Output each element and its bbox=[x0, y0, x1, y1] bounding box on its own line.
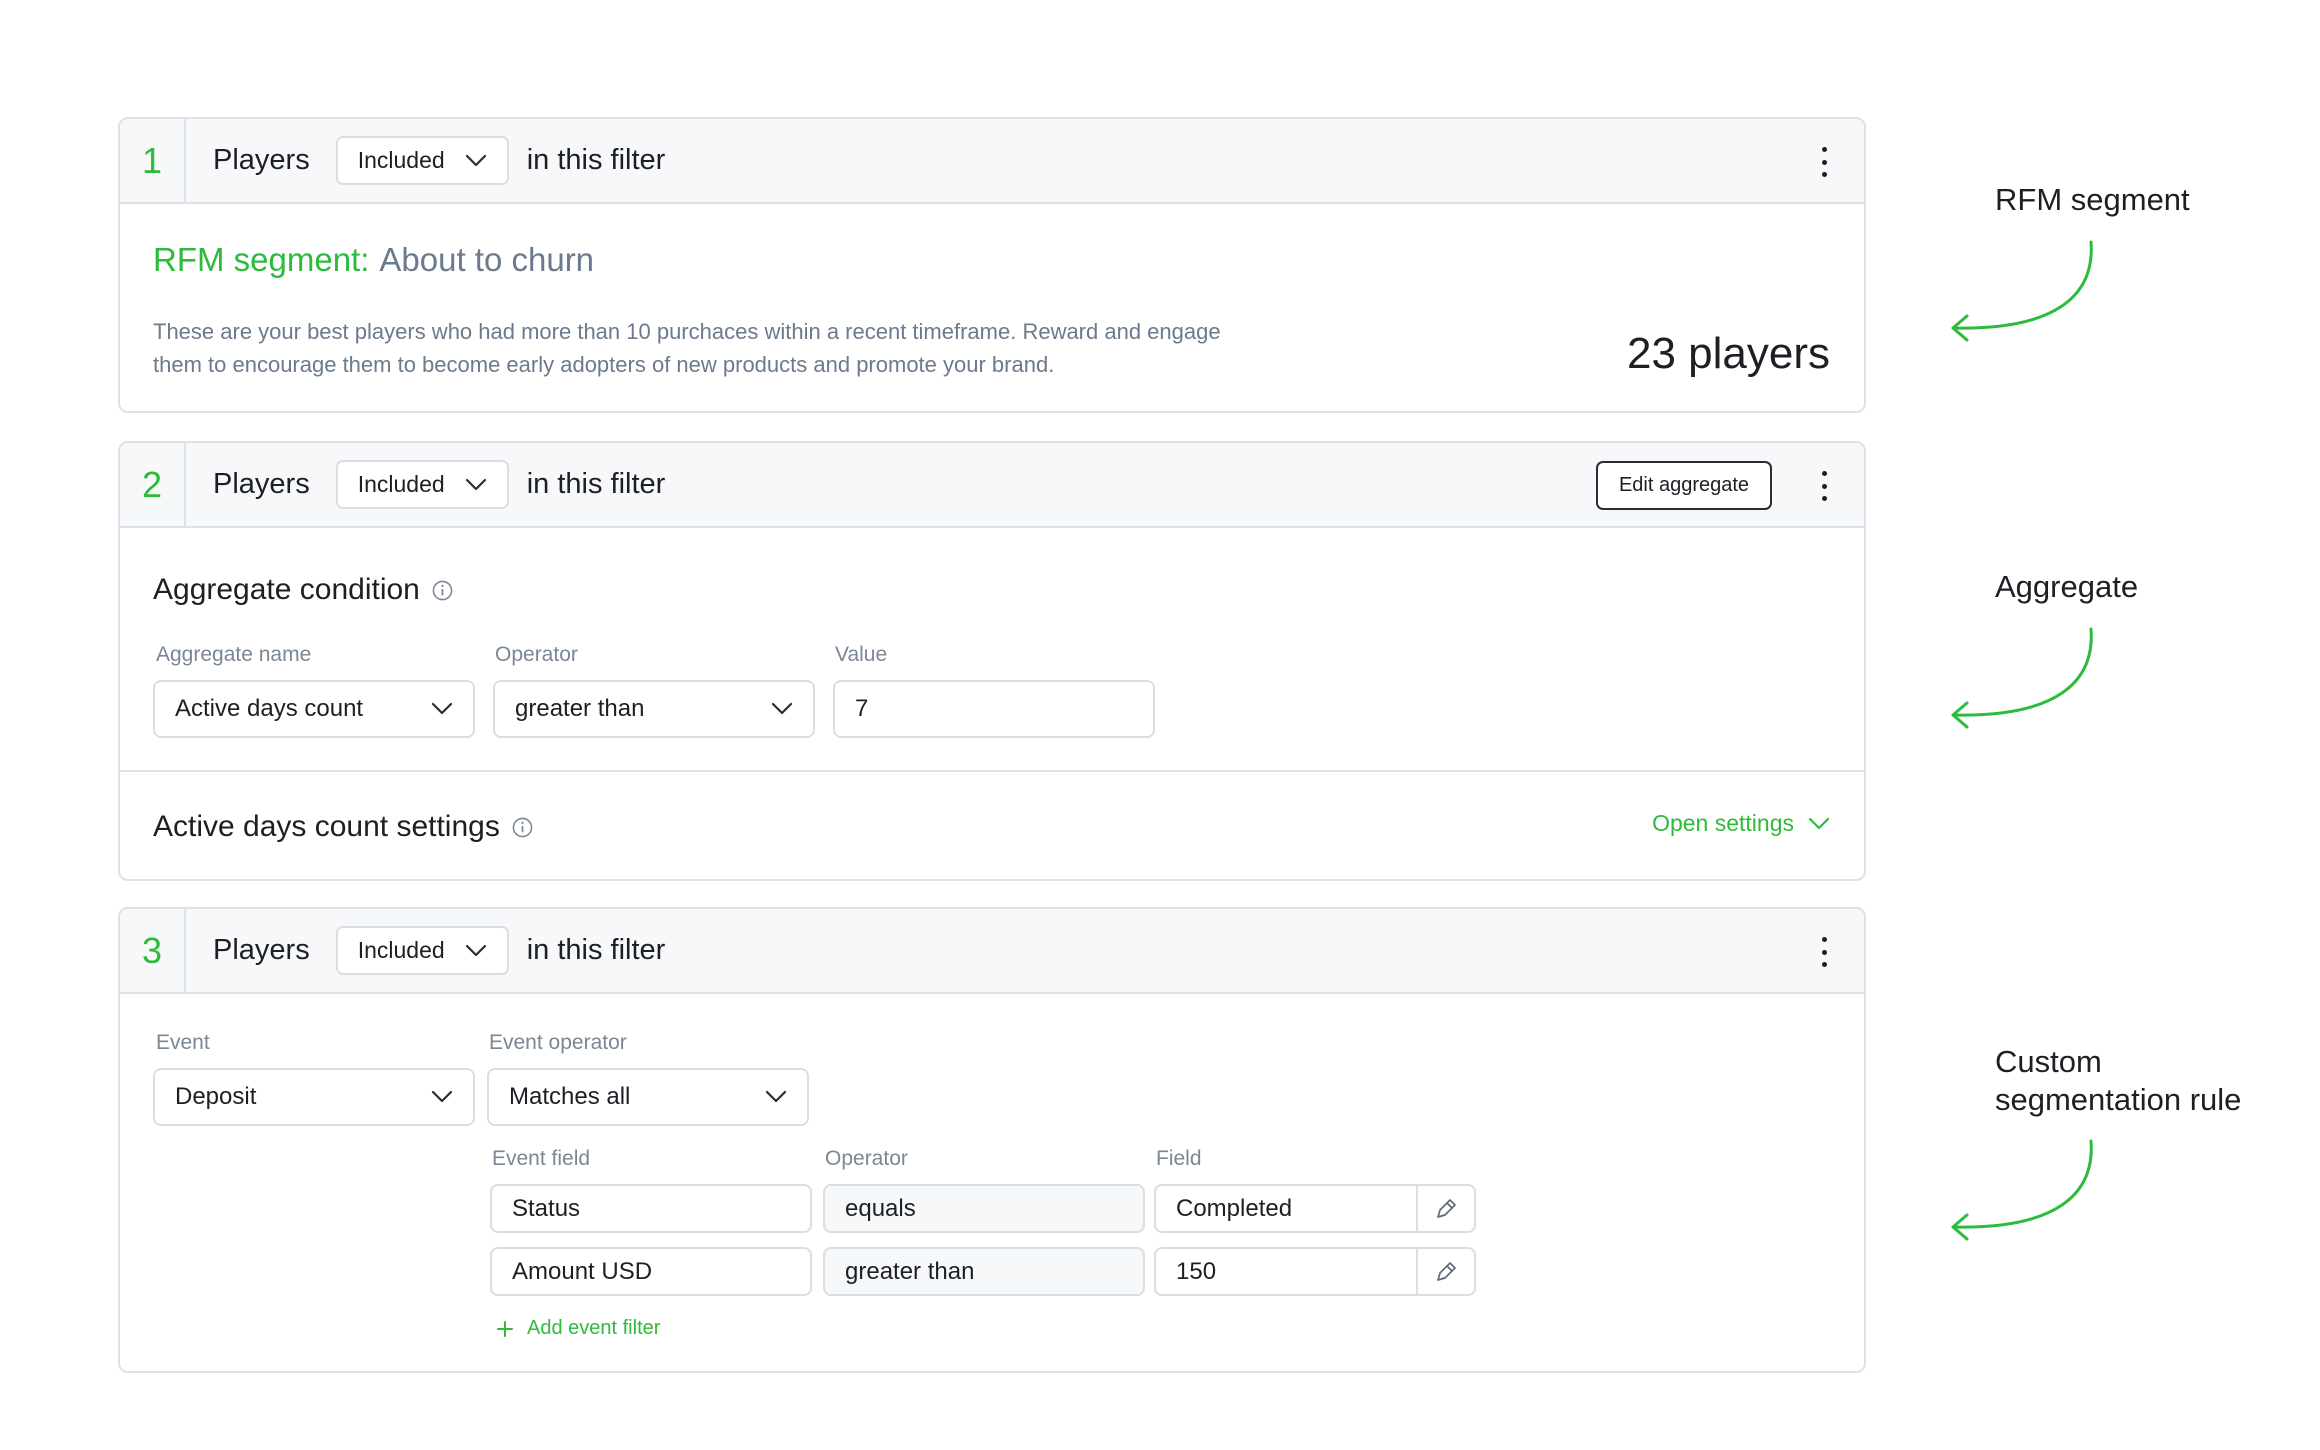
chevron-down-icon bbox=[765, 1090, 787, 1103]
filter-card-header: 3 Players Included in this filter bbox=[120, 909, 1864, 994]
annotation-rfm-segment: RFM segment bbox=[1995, 182, 2190, 217]
chevron-down-icon bbox=[1808, 817, 1830, 829]
event-select[interactable]: Deposit bbox=[153, 1068, 475, 1126]
event-field-input[interactable]: Status bbox=[490, 1184, 812, 1233]
open-settings-link[interactable]: Open settings bbox=[1652, 810, 1830, 837]
filter-suffix-text: in this filter bbox=[526, 468, 666, 500]
chevron-down-icon bbox=[431, 1090, 453, 1103]
inclusion-select[interactable]: Included bbox=[335, 926, 509, 975]
pen-picker-icon[interactable] bbox=[1416, 1249, 1474, 1294]
event-field-column-label: Event field bbox=[492, 1147, 591, 1170]
chevron-down-icon bbox=[431, 702, 453, 715]
chevron-down-icon bbox=[465, 478, 486, 490]
inclusion-select[interactable]: Included bbox=[335, 460, 509, 509]
event-field-value: Amount USD bbox=[512, 1257, 653, 1285]
operator-label: Operator bbox=[495, 643, 578, 666]
field-value-input[interactable]: 150 bbox=[1154, 1247, 1476, 1296]
event-value: Deposit bbox=[175, 1083, 257, 1110]
field-value-text: Completed bbox=[1176, 1194, 1293, 1222]
curved-arrow-left-icon bbox=[1951, 627, 2093, 729]
aggregate-name-select[interactable]: Active days count bbox=[153, 680, 475, 738]
row-operator-value: equals bbox=[845, 1194, 916, 1222]
more-vertical-icon[interactable] bbox=[1818, 471, 1830, 501]
event-operator-select[interactable]: Matches all bbox=[487, 1068, 809, 1126]
row-operator-input[interactable]: greater than bbox=[823, 1247, 1145, 1296]
value-input-text: 7 bbox=[855, 695, 869, 722]
add-event-filter-button[interactable]: Add event filter bbox=[495, 1317, 660, 1340]
filter-card-custom-rule: 3 Players Included in this filter Event … bbox=[118, 907, 1866, 1373]
operator-select[interactable]: greater than bbox=[493, 680, 815, 738]
chevron-down-icon bbox=[771, 702, 793, 715]
aggregate-name-label: Aggregate name bbox=[156, 643, 312, 666]
info-circle-icon bbox=[432, 580, 453, 600]
field-value-text: 150 bbox=[1176, 1257, 1217, 1285]
step-number: 2 bbox=[120, 443, 186, 526]
filter-suffix-text: in this filter bbox=[526, 144, 666, 176]
event-operator-value: Matches all bbox=[509, 1083, 631, 1110]
subject-label: Players bbox=[213, 468, 310, 500]
segment-filter-page: 1 Players Included in this filter RFM se… bbox=[0, 0, 2320, 1450]
operator-column-label: Operator bbox=[825, 1147, 908, 1170]
row-operator-value: greater than bbox=[845, 1257, 975, 1285]
annotation-custom-rule-line2: segmentation rule bbox=[1995, 1082, 2242, 1117]
subject-label: Players bbox=[213, 144, 310, 176]
operator-value: greater than bbox=[515, 695, 645, 722]
curved-arrow-left-icon bbox=[1951, 1139, 2093, 1241]
row-operator-input[interactable]: equals bbox=[823, 1184, 1145, 1233]
info-circle-icon bbox=[512, 817, 533, 837]
filter-card-aggregate: 2 Players Included in this filter Edit a… bbox=[118, 441, 1866, 881]
inclusion-select-value: Included bbox=[357, 147, 445, 173]
section-divider bbox=[120, 770, 1864, 772]
chevron-down-icon bbox=[465, 944, 486, 956]
edit-aggregate-button[interactable]: Edit aggregate bbox=[1596, 461, 1772, 510]
step-number: 1 bbox=[120, 119, 186, 202]
event-operator-label: Event operator bbox=[489, 1031, 627, 1054]
subject-label: Players bbox=[213, 934, 310, 966]
filter-card-header: 2 Players Included in this filter Edit a… bbox=[120, 443, 1864, 528]
annotation-custom-rule: Custom segmentation rule bbox=[1995, 1043, 2241, 1119]
pen-picker-icon[interactable] bbox=[1416, 1186, 1474, 1231]
value-label: Value bbox=[835, 643, 888, 666]
inclusion-select-value: Included bbox=[357, 471, 445, 497]
player-count: 23 players bbox=[1626, 329, 1830, 378]
add-event-filter-label: Add event filter bbox=[527, 1317, 661, 1339]
inclusion-select[interactable]: Included bbox=[335, 136, 509, 185]
chevron-down-icon bbox=[465, 154, 486, 166]
field-value-input[interactable]: Completed bbox=[1154, 1184, 1476, 1233]
field-column-label: Field bbox=[1156, 1147, 1202, 1170]
open-settings-label: Open settings bbox=[1652, 810, 1794, 836]
annotation-custom-rule-line1: Custom bbox=[1995, 1044, 2102, 1079]
more-vertical-icon[interactable] bbox=[1818, 147, 1830, 177]
aggregate-condition-title: Aggregate condition bbox=[153, 573, 453, 607]
filter-card-rfm: 1 Players Included in this filter RFM se… bbox=[118, 117, 1866, 413]
event-label: Event bbox=[156, 1031, 210, 1054]
settings-title-label: Active days count settings bbox=[153, 810, 500, 843]
annotation-aggregate: Aggregate bbox=[1995, 569, 2139, 604]
filter-card-header: 1 Players Included in this filter bbox=[120, 119, 1864, 204]
settings-title: Active days count settings bbox=[153, 810, 533, 844]
event-field-input[interactable]: Amount USD bbox=[490, 1247, 812, 1296]
more-vertical-icon[interactable] bbox=[1818, 937, 1830, 967]
value-input[interactable]: 7 bbox=[833, 680, 1155, 738]
rfm-segment-value: About to churn bbox=[379, 241, 595, 278]
aggregate-condition-label: Aggregate condition bbox=[153, 573, 420, 606]
rfm-segment-title: RFM segment: About to churn bbox=[153, 241, 594, 279]
event-field-value: Status bbox=[512, 1194, 581, 1222]
rfm-segment-label: RFM segment: bbox=[153, 241, 370, 278]
plus-icon bbox=[497, 1320, 513, 1337]
curved-arrow-left-icon bbox=[1951, 240, 2093, 342]
inclusion-select-value: Included bbox=[357, 937, 445, 963]
step-number: 3 bbox=[120, 909, 186, 992]
rfm-segment-description: These are your best players who had more… bbox=[153, 319, 1221, 377]
filter-suffix-text: in this filter bbox=[526, 934, 666, 966]
aggregate-name-value: Active days count bbox=[175, 695, 364, 722]
